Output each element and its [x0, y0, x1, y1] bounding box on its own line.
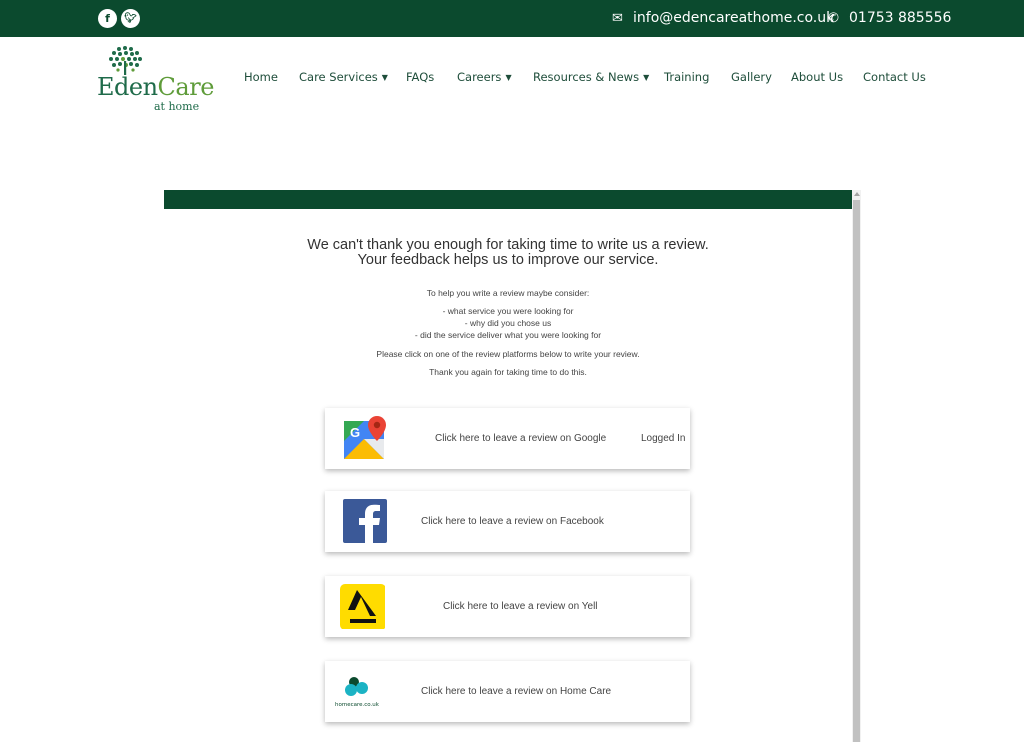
google-maps-icon: G [344, 416, 386, 459]
nav-training[interactable]: Training [664, 70, 709, 84]
review-heading: We can't thank you enough for taking tim… [307, 237, 709, 268]
nav-home[interactable]: Home [244, 70, 278, 84]
phone-link[interactable]: ✆ 01753 885556 [828, 9, 951, 28]
consider-item: - what service you were looking for [442, 306, 574, 316]
nav-careers[interactable]: Careers ▼ [457, 70, 512, 84]
scroll-up-icon[interactable] [854, 192, 860, 196]
nav-gallery[interactable]: Gallery [731, 70, 772, 84]
thanks-text: Thank you again for taking time to do th… [429, 367, 587, 377]
review-link-google: Click here to leave a review on Google [435, 433, 607, 444]
nav-faqs[interactable]: FAQs [406, 70, 434, 84]
twitter-icon[interactable]: 🐦︎ [121, 9, 140, 28]
homecare-logo-text: homecare.co.uk [335, 702, 379, 708]
logo-wordmark: EdenCare [97, 73, 214, 101]
review-link-yell: Click here to leave a review on Yell [443, 601, 598, 612]
consider-item: - did the service deliver what you were … [414, 330, 602, 340]
review-card-facebook[interactable]: Click here to leave a review on Facebook [325, 491, 690, 552]
frame-header-bar [164, 190, 852, 209]
review-card-homecare[interactable]: homecare.co.uk Click here to leave a rev… [325, 661, 690, 722]
review-link-homecare: Click here to leave a review on Home Car… [421, 686, 612, 697]
email-text: info@edencareathome.co.uk [633, 10, 835, 26]
phone-text: 01753 885556 [849, 10, 952, 26]
logo[interactable]: EdenCare at home [97, 45, 214, 113]
nav-care-services[interactable]: Care Services ▼ [299, 70, 388, 84]
scrollbar[interactable] [852, 190, 861, 742]
review-widget-frame: We can't thank you enough for taking tim… [164, 190, 861, 742]
facebook-icon [343, 499, 387, 544]
consider-intro: To help you write a review maybe conside… [426, 288, 590, 298]
yell-icon [340, 584, 385, 629]
facebook-icon[interactable]: f [98, 9, 117, 28]
consider-item: - why did you chose us [464, 318, 552, 328]
scroll-thumb[interactable] [853, 200, 860, 742]
envelope-icon: ✉ [612, 11, 623, 26]
email-link[interactable]: ✉ info@edencareathome.co.uk [612, 9, 834, 28]
review-card-yell[interactable]: Click here to leave a review on Yell [325, 576, 690, 637]
phone-icon: ✆ [828, 11, 839, 26]
instruction-text: Please click on one of the review platfo… [376, 349, 640, 359]
review-link-facebook: Click here to leave a review on Facebook [421, 516, 604, 527]
review-card-google[interactable]: G Click here to leave a review on Google… [325, 408, 690, 469]
caret-down-icon: ▼ [643, 73, 650, 82]
caret-down-icon: ▼ [381, 73, 388, 82]
svg-text:G: G [350, 425, 360, 440]
nav-resources-news[interactable]: Resources & News ▼ [533, 70, 649, 84]
top-bar: f 🐦︎ ✉ info@edencareathome.co.uk ✆ 01753 8… [0, 0, 1024, 37]
nav-contact-us[interactable]: Contact Us [863, 70, 926, 84]
logo-subtitle: at home [154, 100, 200, 113]
caret-down-icon: ▼ [505, 73, 512, 82]
nav-about-us[interactable]: About Us [791, 70, 843, 84]
logged-in-text: Logged In [641, 433, 686, 444]
